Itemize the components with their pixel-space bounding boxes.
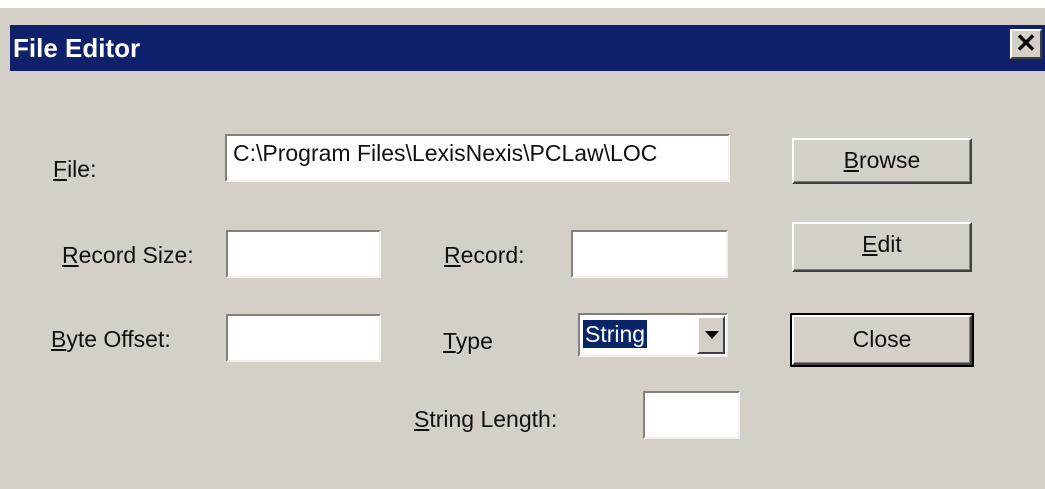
chevron-down-icon <box>705 331 719 339</box>
byte-offset-label: Byte Offset: <box>51 326 171 352</box>
close-button[interactable]: Close <box>790 313 974 367</box>
title-bar[interactable]: File Editor ✕ <box>10 25 1045 71</box>
record-label: Record: <box>444 242 525 268</box>
record-size-input[interactable] <box>226 230 381 278</box>
close-icon: ✕ <box>1015 28 1037 58</box>
byte-offset-input[interactable] <box>226 314 381 362</box>
type-dropdown-button[interactable] <box>697 316 725 354</box>
string-length-label: String Length: <box>414 406 558 432</box>
close-window-button[interactable]: ✕ <box>1010 29 1042 59</box>
record-size-label: Record Size: <box>62 242 194 268</box>
type-select-value: String <box>581 319 649 349</box>
edit-button[interactable]: Edit <box>792 222 972 272</box>
type-label: Type <box>443 328 493 354</box>
window-title: File Editor <box>13 33 141 63</box>
screen: File Editor ✕ File: C:\Program Files\Lex… <box>0 0 1045 489</box>
browse-button[interactable]: Browse <box>792 138 972 184</box>
file-editor-dialog: File Editor ✕ File: C:\Program Files\Lex… <box>10 8 1045 489</box>
background-window-strip <box>0 0 1045 8</box>
file-label: File: <box>53 156 97 182</box>
record-input[interactable] <box>571 230 728 278</box>
type-select[interactable]: String <box>578 313 728 357</box>
string-length-input[interactable] <box>643 391 740 439</box>
file-path-input[interactable]: C:\Program Files\LexisNexis\PCLaw\LOC <box>225 134 730 182</box>
